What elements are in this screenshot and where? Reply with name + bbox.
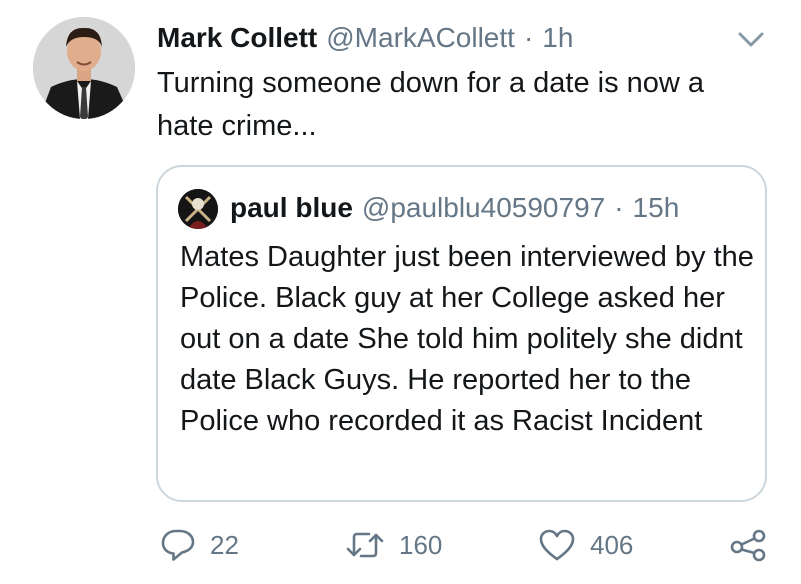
quoted-tweet-card[interactable]: paul blue @paulblu40590797 · 15h Mates D… [156,165,767,502]
heart-icon [538,527,576,563]
tweet-text: Turning someone down for a date is now a… [157,67,705,142]
quoted-author-avatar[interactable] [178,189,218,229]
reply-count: 22 [210,529,239,560]
reply-icon [160,527,196,563]
tweet-header: Mark Collett @MarkACollett · 1h [157,20,573,56]
separator-dot: · [614,192,624,223]
quoted-author-handle[interactable]: @paulblu40590797 [362,192,605,224]
like-count: 406 [590,529,634,560]
tweet-actions-bar: 22 160 406 [0,520,801,570]
retweet-button[interactable]: 160 [345,520,442,570]
separator-dot: · [523,22,534,53]
quoted-tweet-header: paul blue @paulblu40590797 · 15h [230,189,679,227]
author-handle[interactable]: @MarkACollett [326,22,515,54]
quoted-author-name[interactable]: paul blue [230,192,353,224]
author-name[interactable]: Mark Collett [157,22,317,54]
share-button[interactable] [728,520,768,570]
retweet-count: 160 [399,529,443,560]
retweet-icon [345,527,385,563]
tweet-timestamp[interactable]: 1h [542,22,573,54]
like-button[interactable]: 406 [538,520,633,570]
quoted-tweet-text: Mates Daughter just been interviewed by … [180,241,754,437]
share-icon [728,527,768,563]
chevron-down-icon[interactable] [736,28,766,50]
avatar[interactable] [33,17,135,119]
quoted-tweet-timestamp[interactable]: 15h [633,192,680,224]
reply-button[interactable]: 22 [160,520,239,570]
